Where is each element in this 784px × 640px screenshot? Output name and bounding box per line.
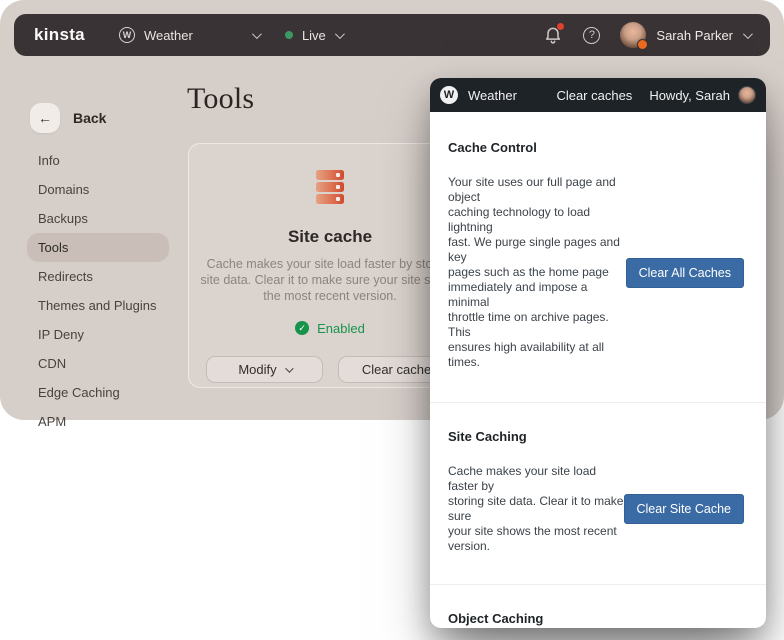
avatar [620,22,646,48]
site-switcher-dropdown[interactable]: W Weather [119,27,259,43]
sidebar-item-tools[interactable]: Tools [27,233,169,262]
status-label: Enabled [317,321,365,336]
back-button[interactable]: ← [30,103,60,133]
wp-admin-cache-panel: W Weather Clear caches Howdy, Sarah Cach… [430,78,766,628]
sidebar-item-cdn[interactable]: CDN [27,349,169,378]
environment-switcher-dropdown[interactable]: Live [285,28,342,43]
wp-howdy-label: Howdy, Sarah [649,88,730,103]
avatar-badge-icon [637,39,648,50]
back-label: Back [73,110,106,126]
kinsta-logo: kinsta [34,25,85,45]
help-button[interactable]: ? [583,27,600,44]
site-sidebar-menu: Info Domains Backups Tools Redirects The… [27,146,169,436]
user-name: Sarah Parker [656,28,733,43]
wp-panel-body: Cache Control Your site uses our full pa… [430,112,766,628]
sidebar-item-themes-and-plugins[interactable]: Themes and Plugins [27,291,169,320]
wp-admin-bar: W Weather Clear caches Howdy, Sarah [430,78,766,112]
sidebar-item-domains[interactable]: Domains [27,175,169,204]
page-title: Tools [187,82,254,116]
wordpress-icon: W [119,27,135,43]
chevron-down-icon [335,29,345,39]
kinsta-top-nav: kinsta W Weather Live ? Sarah Parker [14,14,770,56]
environment-label: Live [302,28,326,43]
section-title: Cache Control [448,140,744,155]
modify-button-label: Modify [238,362,276,377]
section-body-text: Cache makes your site load faster by sto… [448,464,624,554]
clear-cache-button-label: Clear cache [362,362,431,377]
card-title: Site cache [189,227,471,247]
notifications-button[interactable] [543,25,563,45]
top-nav-right-group: ? Sarah Parker [543,22,750,48]
sidebar-item-redirects[interactable]: Redirects [27,262,169,291]
chevron-down-icon [285,364,293,372]
section-body-text: Your site uses our full page and object … [448,175,626,370]
chevron-down-icon [252,29,262,39]
section-title: Object Caching [448,611,744,626]
wordpress-logo-icon[interactable]: W [440,86,458,104]
section-cache-control: Cache Control Your site uses our full pa… [430,112,766,402]
section-object-caching: Object Caching The WordPress Object Cach… [430,584,766,628]
chevron-down-icon [743,29,753,39]
modify-button[interactable]: Modify [206,356,323,383]
sidebar-item-ip-deny[interactable]: IP Deny [27,320,169,349]
sidebar-item-apm[interactable]: APM [27,407,169,436]
site-switcher-label: Weather [144,28,193,43]
user-menu-dropdown[interactable]: Sarah Parker [620,22,750,48]
wp-clear-caches-link[interactable]: Clear caches [556,88,632,103]
wp-avatar [738,86,756,104]
clear-site-cache-button[interactable]: Clear Site Cache [624,494,745,524]
section-site-caching: Site Caching Cache makes your site load … [430,402,766,584]
section-title: Site Caching [448,429,744,444]
card-button-row: Modify Clear cache [206,356,455,383]
cache-status: ✓ Enabled [189,321,471,336]
sidebar-item-edge-caching[interactable]: Edge Caching [27,378,169,407]
card-description: Cache makes your site load faster by sto… [189,256,471,304]
cache-server-icon [316,170,344,204]
check-circle-icon: ✓ [295,321,309,335]
clear-all-caches-button[interactable]: Clear All Caches [626,258,744,288]
back-arrow-icon: ← [38,110,52,126]
live-status-dot [285,31,293,39]
wp-admin-bar-right: Clear caches Howdy, Sarah [556,86,756,104]
wp-user-menu[interactable]: Howdy, Sarah [649,86,756,104]
sidebar-item-backups[interactable]: Backups [27,204,169,233]
wp-site-name[interactable]: Weather [468,88,517,103]
sidebar-item-info[interactable]: Info [27,146,169,175]
back-row: ← Back [30,103,106,133]
